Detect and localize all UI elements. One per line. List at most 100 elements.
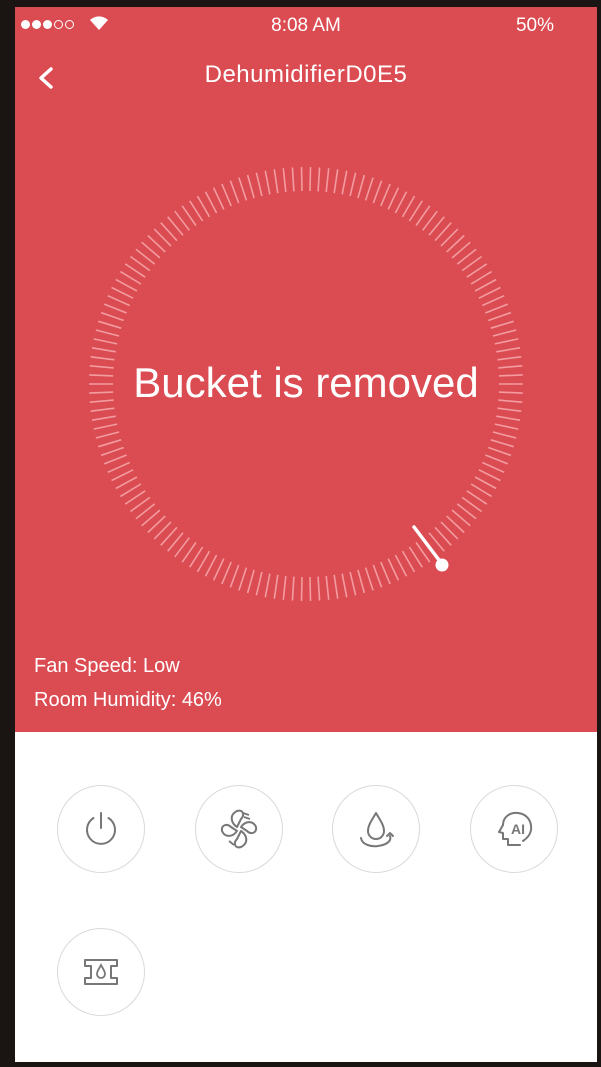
- app-screen: 8:08 AM 50% DehumidifierD0E5 Bucket is r…: [15, 7, 597, 1062]
- dial-tick: [204, 554, 218, 577]
- dial-tick: [95, 431, 120, 439]
- dial-tick: [349, 571, 357, 596]
- dial-tick: [474, 476, 497, 490]
- dial-tick: [221, 183, 232, 207]
- dial-tick: [485, 454, 509, 465]
- dial-message: Bucket is removed: [133, 359, 479, 406]
- dial-tick: [309, 166, 312, 192]
- fan-speed-text: Fan Speed: Low: [34, 655, 180, 677]
- dial-tick: [394, 191, 408, 214]
- dial-tick: [229, 180, 240, 204]
- dial-tick: [497, 407, 522, 412]
- dial-tick: [103, 454, 127, 465]
- dial-tick: [387, 187, 400, 210]
- dial-tick: [492, 431, 517, 439]
- dial-tick: [333, 574, 339, 599]
- dial-tick: [401, 195, 416, 218]
- dial-tick: [470, 270, 493, 285]
- dial-tick: [474, 278, 497, 292]
- fan-speed-button[interactable]: [195, 785, 283, 873]
- dial-tick: [100, 311, 124, 322]
- dial-tick: [90, 407, 115, 412]
- dial-tick: [485, 303, 509, 314]
- dial-tick: [401, 550, 416, 573]
- dial-tick: [103, 303, 127, 314]
- dial-tick: [119, 270, 142, 285]
- dial-tick: [494, 338, 519, 345]
- dial-tick: [273, 169, 279, 194]
- dial-tick: [221, 561, 232, 585]
- dial-tick: [107, 461, 131, 474]
- dial-tick: [380, 183, 391, 207]
- dial-tick: [273, 574, 279, 599]
- dial-tick: [387, 558, 400, 581]
- dial-tick: [246, 174, 255, 199]
- dial-tick: [264, 573, 271, 598]
- dial-tick: [91, 415, 116, 421]
- dial-tick: [372, 564, 383, 588]
- bucket-icon: [84, 959, 118, 985]
- water-drop-icon: [360, 812, 394, 848]
- dial-tick: [212, 558, 225, 581]
- dial-tick: [349, 172, 357, 197]
- dial-tick: [111, 469, 134, 482]
- dial-tick: [325, 575, 330, 600]
- dial-tick: [481, 294, 505, 307]
- dial-tick: [325, 168, 330, 193]
- dial-tick: [238, 567, 248, 591]
- dial-tick: [478, 286, 501, 299]
- dial-tick: [470, 483, 493, 498]
- header-panel: 8:08 AM 50% DehumidifierD0E5 Bucket is r…: [15, 7, 597, 732]
- dial-tick: [93, 423, 118, 430]
- dial-tick: [196, 550, 211, 573]
- dial-tick: [488, 311, 512, 322]
- dial-tick: [212, 187, 225, 210]
- dial-tick: [282, 168, 287, 193]
- dial-tick: [496, 415, 521, 421]
- dial-tick: [372, 180, 383, 204]
- dial-tick: [229, 564, 240, 588]
- dial-knob[interactable]: [435, 558, 449, 572]
- dial-tick: [196, 195, 211, 218]
- dial-tick: [111, 286, 134, 299]
- dial-tick: [309, 576, 312, 602]
- dial-tick: [204, 191, 218, 214]
- dehumidify-mode-button[interactable]: [332, 785, 420, 873]
- bucket-button[interactable]: [57, 928, 145, 1016]
- dial-tick: [394, 554, 408, 577]
- dial-tick: [317, 576, 321, 601]
- dial-tick: [317, 167, 321, 192]
- dial-tick: [490, 439, 514, 448]
- dial-tick: [291, 167, 295, 192]
- dial-tick: [478, 469, 501, 482]
- dial-tick: [380, 561, 391, 585]
- power-button[interactable]: [57, 785, 145, 873]
- dial-tick: [364, 567, 374, 591]
- dial-tick: [91, 347, 116, 353]
- dial-tick: [246, 569, 255, 594]
- ai-label: AI: [511, 821, 525, 837]
- dial-tick: [107, 294, 131, 307]
- dial-tick: [488, 446, 512, 457]
- dial-tick: [291, 576, 295, 601]
- dial-tick: [357, 174, 366, 199]
- dial-tick: [98, 320, 122, 329]
- ai-mode-button[interactable]: AI: [470, 785, 558, 873]
- dial-tick: [333, 169, 339, 194]
- dial-tick: [341, 573, 348, 598]
- dial-tick: [492, 329, 517, 337]
- power-icon: [86, 812, 116, 845]
- dial-tick: [364, 177, 374, 201]
- dial-tick: [119, 483, 142, 498]
- dial-tick: [264, 170, 271, 195]
- ai-head-icon: AI: [498, 811, 533, 846]
- room-humidity-text: Room Humidity: 46%: [34, 689, 222, 711]
- dial-tick: [300, 166, 303, 192]
- dial-tick: [255, 172, 263, 197]
- dial-tick: [238, 177, 248, 201]
- dial-tick: [494, 423, 519, 430]
- dial-tick: [282, 575, 287, 600]
- dial-tick: [98, 439, 122, 448]
- dial-tick: [255, 571, 263, 596]
- dial-tick: [496, 347, 521, 353]
